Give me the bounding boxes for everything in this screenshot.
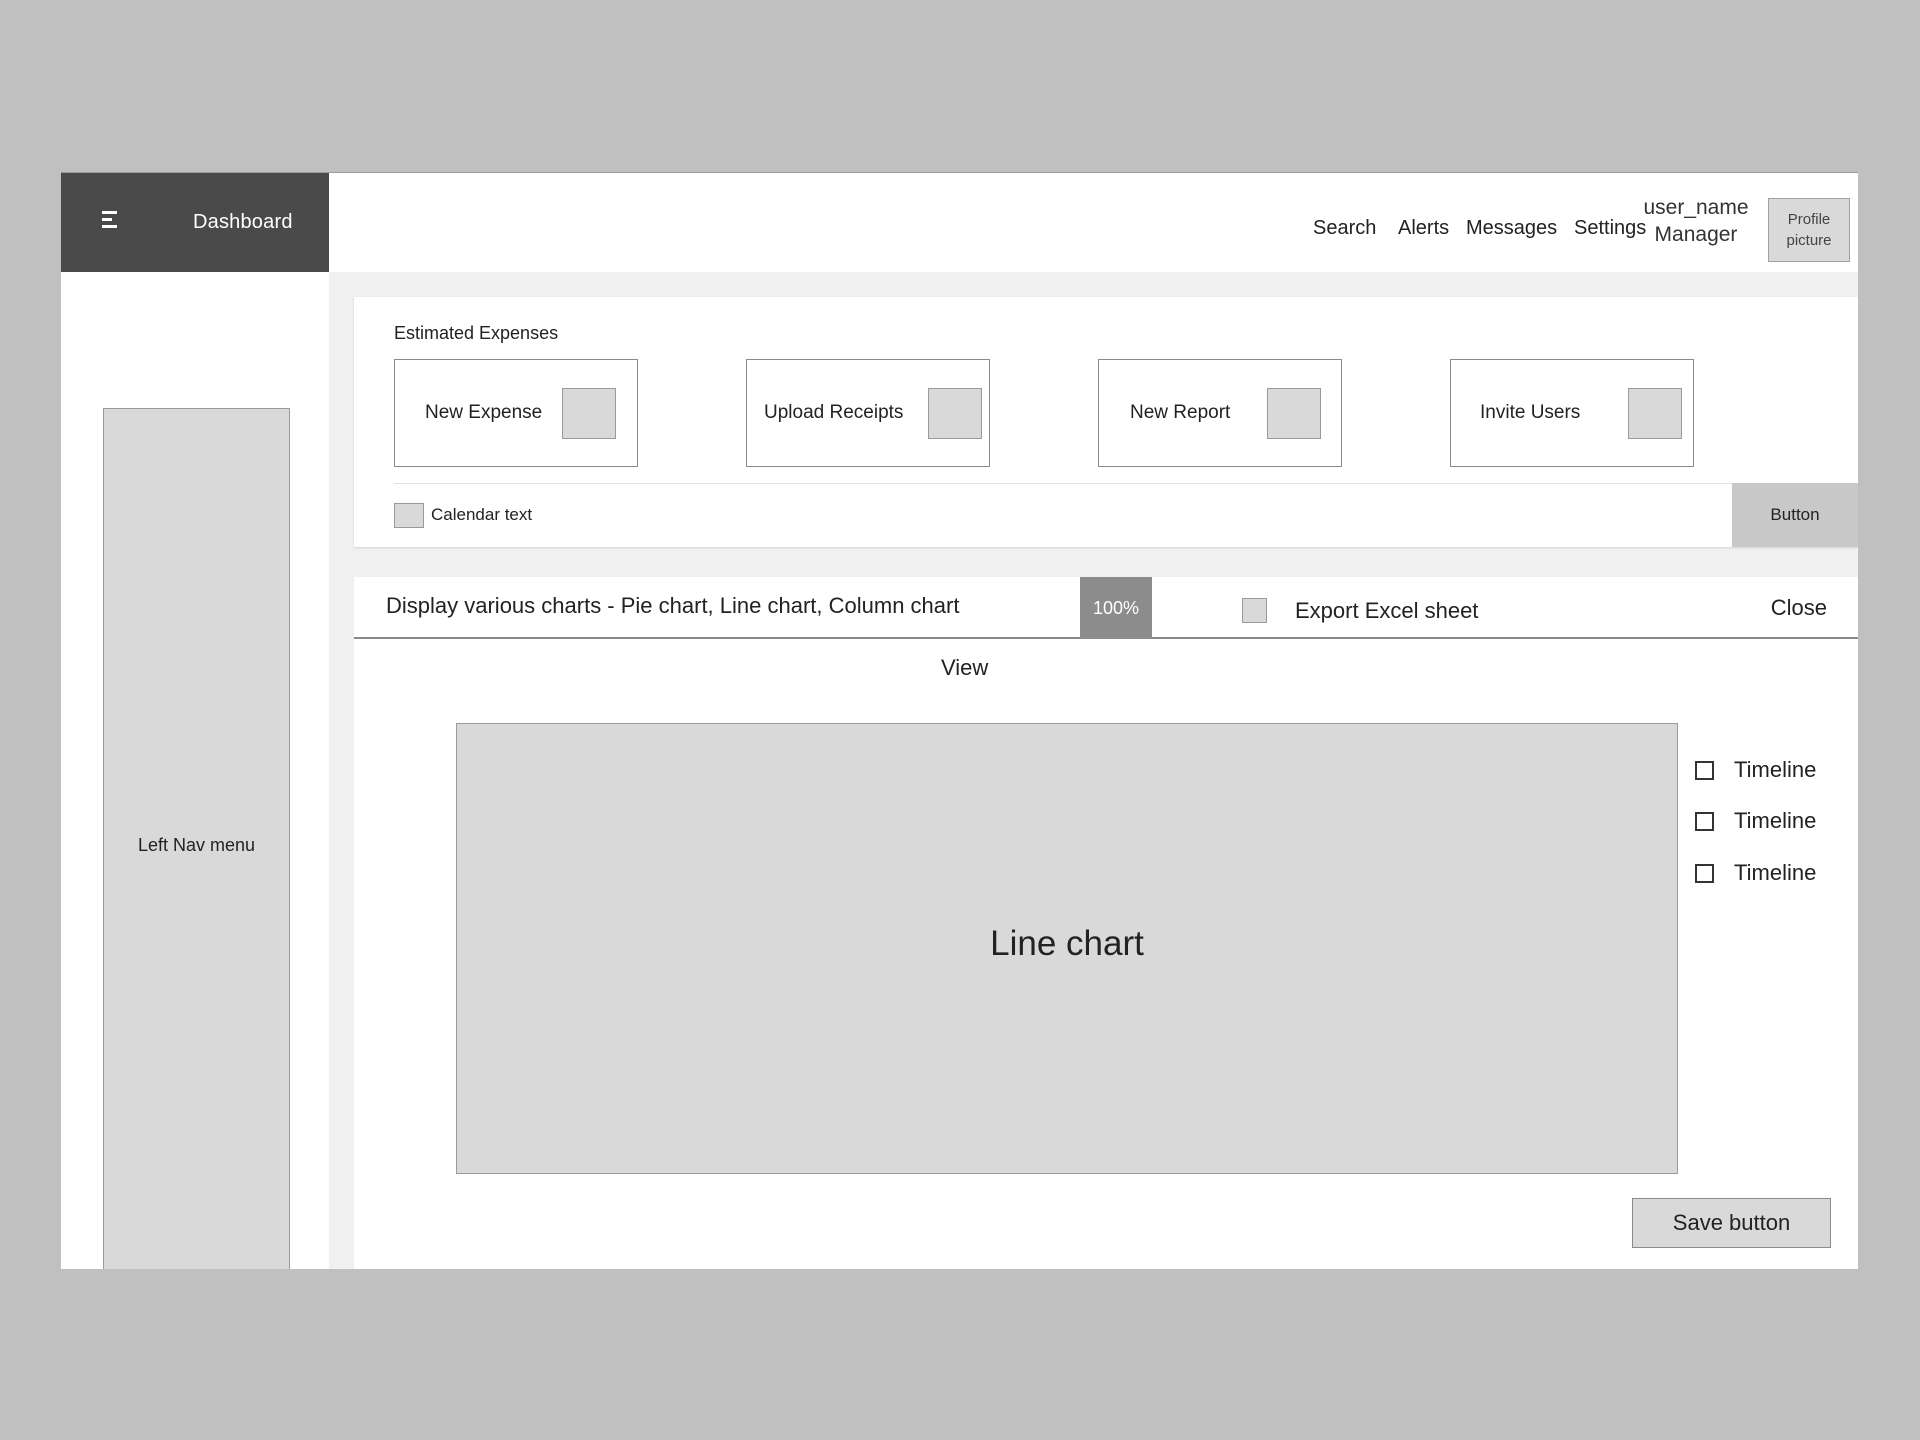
- new-expense-label: New Expense: [425, 402, 543, 423]
- timeline-option-2[interactable]: Timeline: [1695, 806, 1816, 836]
- invite-users-card[interactable]: Invite Users: [1450, 359, 1694, 467]
- estimated-expenses-panel: Estimated Expenses New Expense Upload Re…: [354, 297, 1858, 547]
- export-excel-label[interactable]: Export Excel sheet: [1295, 598, 1478, 624]
- invite-users-label: Invite Users: [1480, 402, 1581, 423]
- line-chart-placeholder: Line chart: [456, 723, 1678, 1174]
- panel-title: Estimated Expenses: [394, 323, 559, 343]
- nav-alerts[interactable]: Alerts: [1398, 217, 1449, 240]
- timeline-label-1: Timeline: [1734, 757, 1817, 782]
- user-name: user_name: [1643, 196, 1749, 219]
- chart-toolbar: Display various charts - Pie chart, Line…: [354, 577, 1858, 639]
- upload-receipts-image: [928, 388, 982, 439]
- panel-button[interactable]: Button: [1732, 483, 1858, 547]
- export-excel-checkbox[interactable]: [1242, 598, 1267, 623]
- user-role: Manager: [1654, 223, 1738, 246]
- chart-toolbar-title: Display various charts - Pie chart, Line…: [386, 593, 960, 618]
- app-window: Dashboard Search Alerts Messages Setting…: [61, 172, 1858, 1269]
- profile-picture-label-1: Profile: [1787, 211, 1831, 228]
- left-column: Left Nav menu: [61, 272, 329, 1269]
- top-header: Search Alerts Messages Settings user_nam…: [329, 173, 1858, 272]
- new-expense-image: [562, 388, 616, 439]
- profile-picture[interactable]: Profile picture: [1768, 198, 1850, 262]
- close-button[interactable]: Close: [1771, 595, 1827, 621]
- panel-divider: [394, 483, 1858, 484]
- timeline-option-3[interactable]: Timeline: [1695, 858, 1816, 888]
- nav-search[interactable]: Search: [1313, 217, 1376, 240]
- view-label: View: [941, 655, 989, 680]
- nav-messages[interactable]: Messages: [1466, 217, 1557, 240]
- timeline-checkbox-1[interactable]: [1695, 760, 1714, 780]
- upload-receipts-label: Upload Receipts: [764, 402, 904, 423]
- profile-picture-label-2: picture: [1786, 232, 1832, 249]
- chart-placeholder-label: Line chart: [990, 924, 1144, 963]
- charts-panel: Display various charts - Pie chart, Line…: [354, 577, 1858, 1269]
- nav-settings[interactable]: Settings: [1574, 217, 1646, 240]
- new-report-card[interactable]: New Report: [1098, 359, 1342, 467]
- main-content: Estimated Expenses New Expense Upload Re…: [329, 272, 1858, 1269]
- timeline-checkbox-2[interactable]: [1695, 811, 1714, 831]
- new-expense-card[interactable]: New Expense: [394, 359, 638, 467]
- dashboard-title[interactable]: Dashboard: [193, 211, 293, 234]
- timeline-checkbox-3[interactable]: [1695, 863, 1714, 883]
- calendar-icon[interactable]: [394, 503, 424, 528]
- left-nav-menu[interactable]: Left Nav menu: [103, 408, 290, 1269]
- timeline-label-2: Timeline: [1734, 808, 1817, 833]
- calendar-text: Calendar text: [431, 505, 533, 524]
- new-report-image: [1267, 388, 1321, 439]
- new-report-label: New Report: [1130, 402, 1231, 423]
- timeline-label-3: Timeline: [1734, 860, 1817, 885]
- zoom-level-badge[interactable]: 100%: [1080, 577, 1152, 639]
- timeline-option-1[interactable]: Timeline: [1695, 755, 1816, 785]
- hamburger-menu-icon[interactable]: [102, 211, 122, 231]
- invite-users-image: [1628, 388, 1682, 439]
- brand-header: Dashboard: [61, 173, 329, 272]
- upload-receipts-card[interactable]: Upload Receipts: [746, 359, 990, 467]
- save-button[interactable]: Save button: [1632, 1198, 1831, 1248]
